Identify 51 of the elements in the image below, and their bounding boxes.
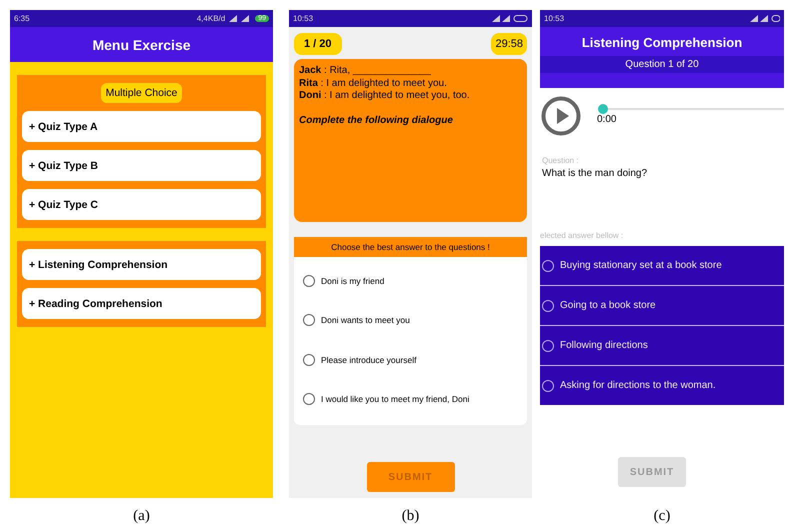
menu-item[interactable]: + Listening Comprehension (22, 249, 261, 280)
app-title: Menu Exercise (10, 27, 273, 62)
question-counter: 1 / 20 (294, 33, 342, 55)
answer-option[interactable]: Going to a book store (540, 286, 784, 325)
option-label: Please introduce yourself (321, 354, 416, 365)
option-label: I would like you to meet my friend, Doni (321, 394, 470, 404)
dialogue-line: Rita : I am delighted to meet you. (299, 78, 448, 90)
question-text: What is the man doing? (541, 168, 648, 179)
figure-caption: (a) (133, 508, 150, 525)
option-label: Asking for directions to the woman. (560, 380, 716, 391)
menu-item[interactable]: + Quiz Type A (22, 111, 261, 142)
radio-button[interactable] (303, 354, 315, 366)
status-time: 10:53 (544, 14, 564, 23)
screen-title: Listening Comprehension (580, 34, 744, 52)
answer-label: elected answer bellow : (540, 231, 624, 240)
option-label: Doni wants to meet you (321, 315, 410, 326)
dialogue-line: Doni : I am delighted to meet you, too. (299, 90, 471, 102)
menu-item[interactable]: + Quiz Type B (22, 150, 261, 181)
option-label: Buying stationary set at a book store (560, 260, 722, 271)
network-speed: 4,4KB/d (196, 14, 226, 23)
instruction-text: Complete the following dialogue (299, 114, 454, 127)
option-label: Going to a book store (560, 300, 656, 311)
radio-button[interactable] (303, 314, 315, 326)
countdown-timer: 29:58 (491, 33, 527, 55)
signal-icon (229, 15, 252, 22)
radio-button[interactable] (542, 340, 554, 352)
dialogue-line: Jack : Rita, ______________ (299, 65, 432, 78)
answer-prompt: Choose the best answer to the questions ! (294, 237, 527, 257)
radio-button[interactable] (303, 274, 315, 287)
question-number: Question 1 of 20 (540, 56, 784, 73)
figure-caption: (b) (402, 508, 420, 525)
option-label: Doni is my friend (321, 276, 384, 286)
option-label: Following directions (560, 340, 648, 351)
menu-item[interactable]: + Quiz Type C (22, 189, 261, 220)
answer-option[interactable]: Buying stationary set at a book store (540, 246, 784, 285)
signal-icon (492, 15, 528, 22)
status-time: 10:53 (293, 14, 314, 23)
radio-button[interactable] (542, 380, 554, 392)
answer-option[interactable]: Following directions (540, 326, 784, 365)
playback-time: 0:00 (597, 114, 618, 124)
menu-item[interactable]: + Reading Comprehension (22, 288, 261, 319)
question-label: Question : (541, 156, 580, 165)
radio-button[interactable] (303, 393, 315, 406)
signal-icon (750, 15, 780, 22)
play-icon[interactable] (541, 96, 581, 136)
section-heading: Multiple Choice (100, 83, 182, 103)
radio-button[interactable] (542, 260, 554, 272)
status-time: 6:35 (14, 14, 30, 23)
figure-caption: (c) (654, 508, 670, 525)
answer-option[interactable]: Asking for directions to the woman. (540, 366, 784, 405)
radio-button[interactable] (542, 300, 554, 312)
